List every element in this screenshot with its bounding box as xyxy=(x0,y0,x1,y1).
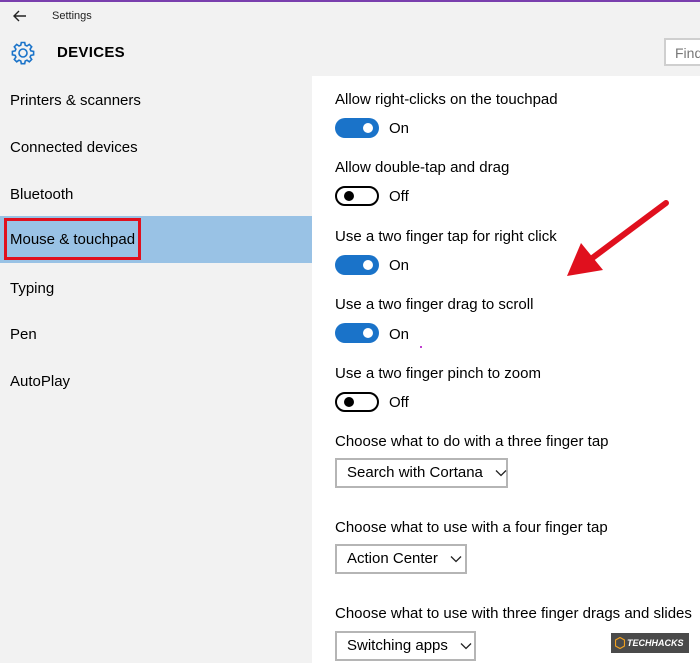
sidebar-item-printers-scanners[interactable]: Printers & scanners xyxy=(0,77,312,124)
toggle-knob xyxy=(344,397,354,407)
two-finger-pinch-toggle[interactable] xyxy=(335,392,379,412)
right-click-state: On xyxy=(389,120,410,137)
title-bar: Settings xyxy=(0,2,700,32)
window-title: Settings xyxy=(52,10,92,22)
sidebar-item-autoplay[interactable]: AutoPlay xyxy=(0,358,312,405)
two-finger-pinch-state: Off xyxy=(389,394,409,411)
two-finger-scroll-state: On xyxy=(389,326,410,343)
back-button[interactable] xyxy=(8,5,32,27)
toggle-knob xyxy=(363,123,373,133)
two-finger-scroll-label: Use a two finger drag to scroll xyxy=(335,296,534,313)
annotation-highlight-box xyxy=(4,218,141,260)
stray-pixel xyxy=(420,346,422,348)
toggle-knob xyxy=(344,191,354,201)
chevron-down-icon xyxy=(495,470,507,477)
four-finger-tap-value: Action Center xyxy=(347,550,438,567)
annotation-arrow-icon xyxy=(567,200,669,276)
double-tap-drag-state: Off xyxy=(389,188,409,205)
two-finger-tap-toggle[interactable] xyxy=(335,255,379,275)
search-input[interactable]: Find xyxy=(664,38,700,66)
double-tap-drag-toggle[interactable] xyxy=(335,186,379,206)
four-finger-tap-label: Choose what to use with a four finger ta… xyxy=(335,519,608,536)
sidebar-item-connected-devices[interactable]: Connected devices xyxy=(0,124,312,171)
toggle-knob xyxy=(363,260,373,270)
watermark: TECHHACKS xyxy=(611,633,689,653)
gear-icon xyxy=(11,41,35,65)
two-finger-tap-state: On xyxy=(389,257,410,274)
double-tap-drag-label: Allow double-tap and drag xyxy=(335,159,510,176)
three-finger-tap-value: Search with Cortana xyxy=(347,464,483,481)
two-finger-scroll-toggle[interactable] xyxy=(335,323,379,343)
two-finger-pinch-label: Use a two finger pinch to zoom xyxy=(335,365,541,382)
page-title: DEVICES xyxy=(57,44,125,61)
hexagon-logo-icon xyxy=(615,637,625,649)
sidebar-item-typing[interactable]: Typing xyxy=(0,265,312,312)
chevron-down-icon xyxy=(450,556,462,563)
right-click-label: Allow right-clicks on the touchpad xyxy=(335,91,558,108)
three-finger-tap-dropdown[interactable]: Search with Cortana xyxy=(335,458,508,488)
page-header: DEVICES Find xyxy=(0,32,700,76)
three-finger-drag-label: Choose what to use with three finger dra… xyxy=(335,605,692,622)
back-arrow-icon xyxy=(13,10,26,22)
three-finger-drag-dropdown[interactable]: Switching apps xyxy=(335,631,476,661)
three-finger-tap-label: Choose what to do with a three finger ta… xyxy=(335,433,609,450)
three-finger-drag-value: Switching apps xyxy=(347,637,448,654)
sidebar-item-pen[interactable]: Pen xyxy=(0,311,312,358)
two-finger-tap-label: Use a two finger tap for right click xyxy=(335,228,557,245)
watermark-text: TECHHACKS xyxy=(627,638,684,648)
toggle-knob xyxy=(363,328,373,338)
sidebar-item-bluetooth[interactable]: Bluetooth xyxy=(0,171,312,218)
four-finger-tap-dropdown[interactable]: Action Center xyxy=(335,544,467,574)
right-click-toggle[interactable] xyxy=(335,118,379,138)
settings-panel: Allow right-clicks on the touchpad On Al… xyxy=(312,76,700,663)
sidebar: Printers & scanners Connected devices Bl… xyxy=(0,76,312,663)
chevron-down-icon xyxy=(460,643,472,650)
